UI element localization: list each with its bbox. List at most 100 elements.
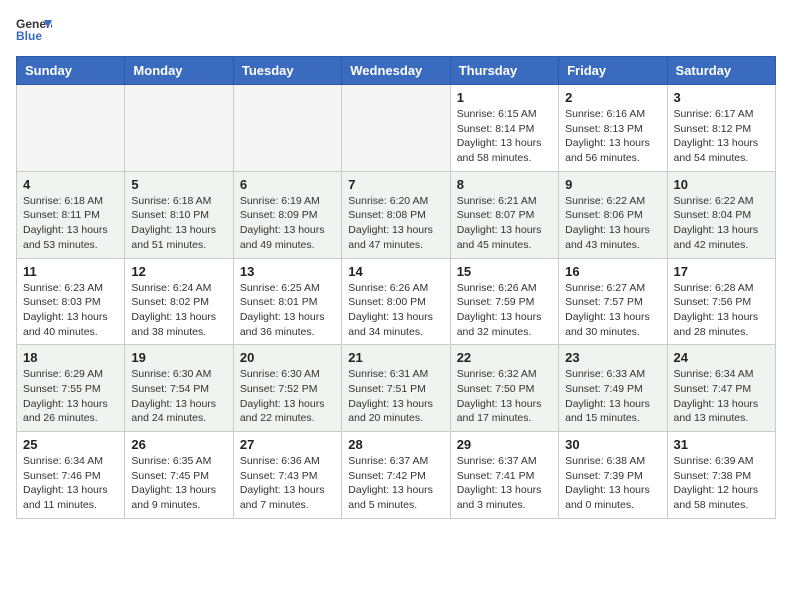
day-number: 10 bbox=[674, 177, 769, 192]
calendar-cell: 24Sunrise: 6:34 AMSunset: 7:47 PMDayligh… bbox=[667, 345, 775, 432]
cell-info: Sunrise: 6:29 AMSunset: 7:55 PMDaylight:… bbox=[23, 367, 118, 426]
day-number: 15 bbox=[457, 264, 552, 279]
cell-info: Sunrise: 6:37 AMSunset: 7:41 PMDaylight:… bbox=[457, 454, 552, 513]
cell-info: Sunrise: 6:15 AMSunset: 8:14 PMDaylight:… bbox=[457, 107, 552, 166]
cell-info: Sunrise: 6:28 AMSunset: 7:56 PMDaylight:… bbox=[674, 281, 769, 340]
day-number: 11 bbox=[23, 264, 118, 279]
calendar-cell: 14 Sunrise: 6:26 AMSunset: 8:00 PMDayligh… bbox=[342, 258, 450, 345]
calendar-week-row: 11 Sunrise: 6:23 AMSunset: 8:03 PMDayligh… bbox=[17, 258, 776, 345]
calendar-cell: 19 Sunrise: 6:30 AMSunset: 7:54 PMDayligh… bbox=[125, 345, 233, 432]
cell-info: Sunrise: 6:33 AMSunset: 7:49 PMDaylight:… bbox=[565, 367, 660, 426]
calendar-cell: 2 Sunrise: 6:16 AMSunset: 8:13 PMDaylight… bbox=[559, 85, 667, 172]
day-number: 14 bbox=[348, 264, 443, 279]
calendar-cell: 21 Sunrise: 6:31 AMSunset: 7:51 PMDayligh… bbox=[342, 345, 450, 432]
calendar-cell: 18 Sunrise: 6:29 AMSunset: 7:55 PMDayligh… bbox=[17, 345, 125, 432]
day-number: 2 bbox=[565, 90, 660, 105]
calendar-cell: 31 Sunrise: 6:39 AMSunset: 7:38 PMDayligh… bbox=[667, 432, 775, 519]
cell-info: Sunrise: 6:22 AMSunset: 8:04 PMDaylight:… bbox=[674, 194, 769, 253]
calendar-cell: 8Sunrise: 6:21 AMSunset: 8:07 PMDaylight… bbox=[450, 171, 558, 258]
cell-info: Sunrise: 6:37 AMSunset: 7:42 PMDaylight:… bbox=[348, 454, 443, 513]
day-number: 27 bbox=[240, 437, 335, 452]
cell-info: Sunrise: 6:24 AMSunset: 8:02 PMDaylight:… bbox=[131, 281, 226, 340]
weekday-header-wednesday: Wednesday bbox=[342, 57, 450, 85]
calendar-cell: 1 Sunrise: 6:15 AMSunset: 8:14 PMDaylight… bbox=[450, 85, 558, 172]
cell-info: Sunrise: 6:34 AMSunset: 7:47 PMDaylight:… bbox=[674, 367, 769, 426]
day-number: 16 bbox=[565, 264, 660, 279]
day-number: 18 bbox=[23, 350, 118, 365]
cell-info: Sunrise: 6:32 AMSunset: 7:50 PMDaylight:… bbox=[457, 367, 552, 426]
day-number: 6 bbox=[240, 177, 335, 192]
calendar-cell: 12Sunrise: 6:24 AMSunset: 8:02 PMDayligh… bbox=[125, 258, 233, 345]
calendar-cell: 27 Sunrise: 6:36 AMSunset: 7:43 PMDayligh… bbox=[233, 432, 341, 519]
calendar-cell bbox=[125, 85, 233, 172]
calendar-cell: 7 Sunrise: 6:20 AMSunset: 8:08 PMDaylight… bbox=[342, 171, 450, 258]
cell-info: Sunrise: 6:26 AMSunset: 7:59 PMDaylight:… bbox=[457, 281, 552, 340]
weekday-header-sunday: Sunday bbox=[17, 57, 125, 85]
weekday-header-monday: Monday bbox=[125, 57, 233, 85]
calendar-cell bbox=[342, 85, 450, 172]
weekday-header-row: SundayMondayTuesdayWednesdayThursdayFrid… bbox=[17, 57, 776, 85]
calendar-cell: 13 Sunrise: 6:25 AMSunset: 8:01 PMDayligh… bbox=[233, 258, 341, 345]
calendar-cell: 23 Sunrise: 6:33 AMSunset: 7:49 PMDayligh… bbox=[559, 345, 667, 432]
calendar-cell: 30Sunrise: 6:38 AMSunset: 7:39 PMDayligh… bbox=[559, 432, 667, 519]
day-number: 31 bbox=[674, 437, 769, 452]
calendar-cell bbox=[233, 85, 341, 172]
day-number: 17 bbox=[674, 264, 769, 279]
day-number: 22 bbox=[457, 350, 552, 365]
cell-info: Sunrise: 6:23 AMSunset: 8:03 PMDaylight:… bbox=[23, 281, 118, 340]
day-number: 19 bbox=[131, 350, 226, 365]
calendar-cell: 26Sunrise: 6:35 AMSunset: 7:45 PMDayligh… bbox=[125, 432, 233, 519]
day-number: 21 bbox=[348, 350, 443, 365]
cell-info: Sunrise: 6:34 AMSunset: 7:46 PMDaylight:… bbox=[23, 454, 118, 513]
page-container: General Blue SundayMondayTuesdayWednesda… bbox=[16, 16, 776, 519]
calendar-cell: 9 Sunrise: 6:22 AMSunset: 8:06 PMDaylight… bbox=[559, 171, 667, 258]
day-number: 13 bbox=[240, 264, 335, 279]
day-number: 25 bbox=[23, 437, 118, 452]
cell-info: Sunrise: 6:25 AMSunset: 8:01 PMDaylight:… bbox=[240, 281, 335, 340]
calendar-cell: 4 Sunrise: 6:18 AMSunset: 8:11 PMDaylight… bbox=[17, 171, 125, 258]
calendar-cell: 11 Sunrise: 6:23 AMSunset: 8:03 PMDayligh… bbox=[17, 258, 125, 345]
calendar-cell: 3 Sunrise: 6:17 AMSunset: 8:12 PMDaylight… bbox=[667, 85, 775, 172]
day-number: 4 bbox=[23, 177, 118, 192]
day-number: 1 bbox=[457, 90, 552, 105]
cell-info: Sunrise: 6:31 AMSunset: 7:51 PMDaylight:… bbox=[348, 367, 443, 426]
calendar-cell: 25 Sunrise: 6:34 AMSunset: 7:46 PMDayligh… bbox=[17, 432, 125, 519]
day-number: 7 bbox=[348, 177, 443, 192]
day-number: 23 bbox=[565, 350, 660, 365]
cell-info: Sunrise: 6:36 AMSunset: 7:43 PMDaylight:… bbox=[240, 454, 335, 513]
day-number: 29 bbox=[457, 437, 552, 452]
weekday-header-thursday: Thursday bbox=[450, 57, 558, 85]
cell-info: Sunrise: 6:30 AMSunset: 7:54 PMDaylight:… bbox=[131, 367, 226, 426]
day-number: 9 bbox=[565, 177, 660, 192]
weekday-header-tuesday: Tuesday bbox=[233, 57, 341, 85]
cell-info: Sunrise: 6:39 AMSunset: 7:38 PMDaylight:… bbox=[674, 454, 769, 513]
day-number: 30 bbox=[565, 437, 660, 452]
calendar-cell: 6Sunrise: 6:19 AMSunset: 8:09 PMDaylight… bbox=[233, 171, 341, 258]
day-number: 5 bbox=[131, 177, 226, 192]
weekday-header-friday: Friday bbox=[559, 57, 667, 85]
cell-info: Sunrise: 6:35 AMSunset: 7:45 PMDaylight:… bbox=[131, 454, 226, 513]
calendar-cell: 28Sunrise: 6:37 AMSunset: 7:42 PMDayligh… bbox=[342, 432, 450, 519]
calendar-cell: 5Sunrise: 6:18 AMSunset: 8:10 PMDaylight… bbox=[125, 171, 233, 258]
cell-info: Sunrise: 6:16 AMSunset: 8:13 PMDaylight:… bbox=[565, 107, 660, 166]
calendar-week-row: 25 Sunrise: 6:34 AMSunset: 7:46 PMDayligh… bbox=[17, 432, 776, 519]
cell-info: Sunrise: 6:20 AMSunset: 8:08 PMDaylight:… bbox=[348, 194, 443, 253]
calendar-week-row: 4 Sunrise: 6:18 AMSunset: 8:11 PMDaylight… bbox=[17, 171, 776, 258]
cell-info: Sunrise: 6:27 AMSunset: 7:57 PMDaylight:… bbox=[565, 281, 660, 340]
logo-icon: General Blue bbox=[16, 16, 52, 44]
cell-info: Sunrise: 6:22 AMSunset: 8:06 PMDaylight:… bbox=[565, 194, 660, 253]
day-number: 3 bbox=[674, 90, 769, 105]
weekday-header-saturday: Saturday bbox=[667, 57, 775, 85]
logo: General Blue bbox=[16, 16, 52, 44]
cell-info: Sunrise: 6:30 AMSunset: 7:52 PMDaylight:… bbox=[240, 367, 335, 426]
cell-info: Sunrise: 6:18 AMSunset: 8:11 PMDaylight:… bbox=[23, 194, 118, 253]
cell-info: Sunrise: 6:26 AMSunset: 8:00 PMDaylight:… bbox=[348, 281, 443, 340]
calendar-cell: 15 Sunrise: 6:26 AMSunset: 7:59 PMDayligh… bbox=[450, 258, 558, 345]
header: General Blue bbox=[16, 16, 776, 44]
svg-text:Blue: Blue bbox=[16, 29, 42, 43]
cell-info: Sunrise: 6:21 AMSunset: 8:07 PMDaylight:… bbox=[457, 194, 552, 253]
calendar-cell bbox=[17, 85, 125, 172]
calendar-week-row: 18 Sunrise: 6:29 AMSunset: 7:55 PMDayligh… bbox=[17, 345, 776, 432]
calendar-cell: 17 Sunrise: 6:28 AMSunset: 7:56 PMDayligh… bbox=[667, 258, 775, 345]
cell-info: Sunrise: 6:17 AMSunset: 8:12 PMDaylight:… bbox=[674, 107, 769, 166]
